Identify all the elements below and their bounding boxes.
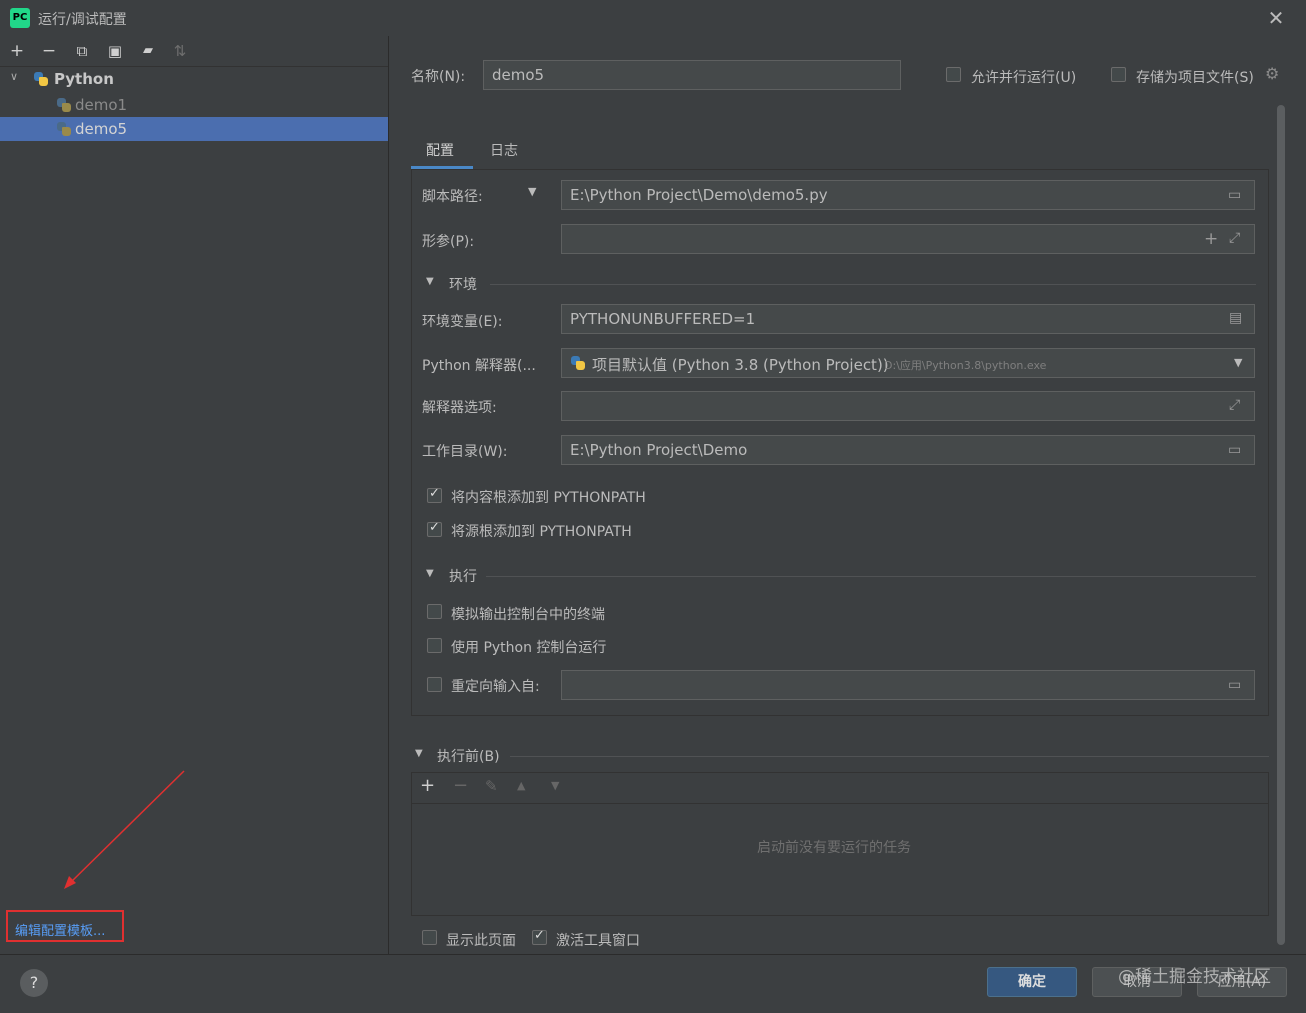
watermark: @稀土掘金技术社区: [1118, 967, 1271, 987]
show-page-checkbox[interactable]: [422, 930, 437, 945]
edit-icon[interactable]: ✎: [485, 777, 498, 795]
store-project-file-label: 存储为项目文件(S): [1136, 70, 1254, 86]
tree-group-python[interactable]: ∨ Python: [8, 68, 378, 90]
name-label: 名称(N):: [411, 69, 466, 85]
env-vars-value: PYTHONUNBUFFERED=1: [570, 310, 756, 328]
working-dir-input[interactable]: E:\Python Project\Demo ▭: [561, 435, 1255, 465]
copy-icon[interactable]: ⧉: [71, 40, 93, 62]
folder-icon[interactable]: ▰: [137, 40, 159, 62]
before-launch-toolbar: + − ✎ ▲ ▼: [412, 773, 1268, 804]
tree-item-demo5[interactable]: demo5: [0, 117, 388, 141]
help-button[interactable]: ?: [20, 969, 48, 997]
name-value: demo5: [492, 66, 545, 84]
env-section-title: 环境: [449, 277, 477, 293]
folder-icon[interactable]: ▭: [1228, 187, 1241, 203]
move-up-icon[interactable]: ▲: [517, 779, 525, 792]
section-divider: [486, 576, 1256, 577]
python-icon: [570, 355, 586, 371]
chevron-down-icon[interactable]: ∨: [10, 70, 18, 83]
chevron-down-icon[interactable]: ▼: [1234, 356, 1242, 369]
sort-icon[interactable]: ⇅: [169, 40, 191, 62]
tab-log[interactable]: 日志: [490, 140, 518, 160]
env-vars-input[interactable]: PYTHONUNBUFFERED=1 ▤: [561, 304, 1255, 334]
scrollbar[interactable]: [1277, 105, 1285, 945]
script-path-label: 脚本路径:: [422, 189, 483, 205]
remove-icon[interactable]: −: [453, 775, 468, 796]
tab-config[interactable]: 配置: [426, 140, 454, 160]
add-content-roots-checkbox[interactable]: [427, 486, 442, 503]
save-icon[interactable]: ▣: [104, 40, 126, 62]
add-icon[interactable]: +: [420, 775, 435, 796]
name-input[interactable]: demo5: [483, 60, 901, 90]
folder-icon[interactable]: ▭: [1228, 677, 1241, 693]
ok-button[interactable]: 确定: [987, 967, 1077, 997]
document-icon[interactable]: ▤: [1229, 310, 1242, 326]
expand-icon[interactable]: ⤢: [1229, 230, 1240, 246]
parameters-label: 形参(P):: [422, 234, 475, 250]
add-icon[interactable]: +: [1204, 229, 1218, 249]
activate-tool-window-label: 激活工具窗口: [556, 933, 640, 949]
python-icon: [56, 121, 72, 137]
move-down-icon[interactable]: ▼: [551, 779, 559, 792]
env-vars-label: 环境变量(E):: [422, 314, 503, 330]
emulate-terminal-label: 模拟输出控制台中的终端: [451, 607, 605, 623]
config-tree-panel: [0, 36, 389, 954]
gear-icon[interactable]: ⚙: [1265, 64, 1279, 83]
close-icon[interactable]: ✕: [1266, 6, 1286, 30]
pycharm-logo-icon: PC: [10, 8, 30, 28]
chevron-down-icon[interactable]: ▼: [426, 568, 434, 579]
tree-group-label: Python: [54, 70, 114, 88]
python-console-checkbox[interactable]: [427, 638, 442, 653]
chevron-down-icon[interactable]: ▼: [426, 276, 434, 287]
redirect-input-label: 重定向输入自:: [451, 679, 540, 695]
tree-item-label: demo5: [75, 120, 128, 138]
exec-section-title: 执行: [449, 569, 477, 585]
allow-parallel-label: 允许并行运行(U): [971, 70, 1077, 86]
script-path-value: E:\Python Project\Demo\demo5.py: [570, 186, 828, 204]
edit-templates-link[interactable]: 编辑配置模板...: [6, 910, 124, 942]
expand-icon[interactable]: ⤢: [1229, 397, 1240, 413]
add-content-roots-label: 将内容根添加到 PYTHONPATH: [451, 490, 646, 506]
caret-down-icon[interactable]: ▼: [528, 185, 536, 198]
show-page-label: 显示此页面: [446, 933, 516, 949]
before-launch-title: 执行前(B): [437, 749, 500, 765]
python-console-label: 使用 Python 控制台运行: [451, 640, 607, 656]
python-icon: [56, 97, 72, 113]
edit-templates-label[interactable]: 编辑配置模板...: [15, 920, 105, 939]
tree-toolbar: + − ⧉ ▣ ▰ ⇅: [0, 36, 388, 67]
interpreter-options-input[interactable]: ⤢: [561, 391, 1255, 421]
folder-icon[interactable]: ▭: [1228, 442, 1241, 458]
interpreter-path: D:\应用\Python3.8\python.exe: [884, 359, 1047, 372]
remove-icon[interactable]: −: [38, 40, 60, 62]
redirect-input-checkbox[interactable]: [427, 677, 442, 692]
interpreter-options-label: 解释器选项:: [422, 400, 497, 416]
interpreter-select[interactable]: 项目默认值 (Python 3.8 (Python Project)) D:\应…: [561, 348, 1255, 378]
section-divider: [510, 756, 1269, 757]
store-project-file-checkbox[interactable]: [1111, 67, 1126, 82]
redirect-input-field[interactable]: ▭: [561, 670, 1255, 700]
working-dir-label: 工作目录(W):: [422, 444, 508, 460]
window-title: 运行/调试配置: [38, 12, 127, 28]
before-launch-empty-text: 启动前没有要运行的任务: [757, 840, 911, 856]
tree-item-demo1[interactable]: demo1: [0, 94, 388, 116]
interpreter-label: Python 解释器(...: [422, 358, 536, 374]
section-divider: [490, 284, 1256, 285]
add-source-roots-checkbox[interactable]: [427, 520, 442, 537]
script-path-input[interactable]: E:\Python Project\Demo\demo5.py ▭: [561, 180, 1255, 210]
python-icon: [33, 71, 49, 87]
annotation-arrow: [64, 770, 185, 889]
emulate-terminal-checkbox[interactable]: [427, 604, 442, 619]
allow-parallel-checkbox[interactable]: [946, 67, 961, 82]
interpreter-value: 项目默认值 (Python 3.8 (Python Project)): [592, 356, 889, 374]
working-dir-value: E:\Python Project\Demo: [570, 441, 748, 459]
activate-tool-window-checkbox[interactable]: [532, 928, 547, 945]
parameters-input[interactable]: + ⤢: [561, 224, 1255, 254]
chevron-down-icon[interactable]: ▼: [415, 748, 423, 759]
tree-item-label: demo1: [75, 96, 128, 114]
add-icon[interactable]: +: [6, 40, 28, 62]
add-source-roots-label: 将源根添加到 PYTHONPATH: [451, 524, 632, 540]
title-bar: PC 运行/调试配置 ✕: [0, 0, 1306, 36]
